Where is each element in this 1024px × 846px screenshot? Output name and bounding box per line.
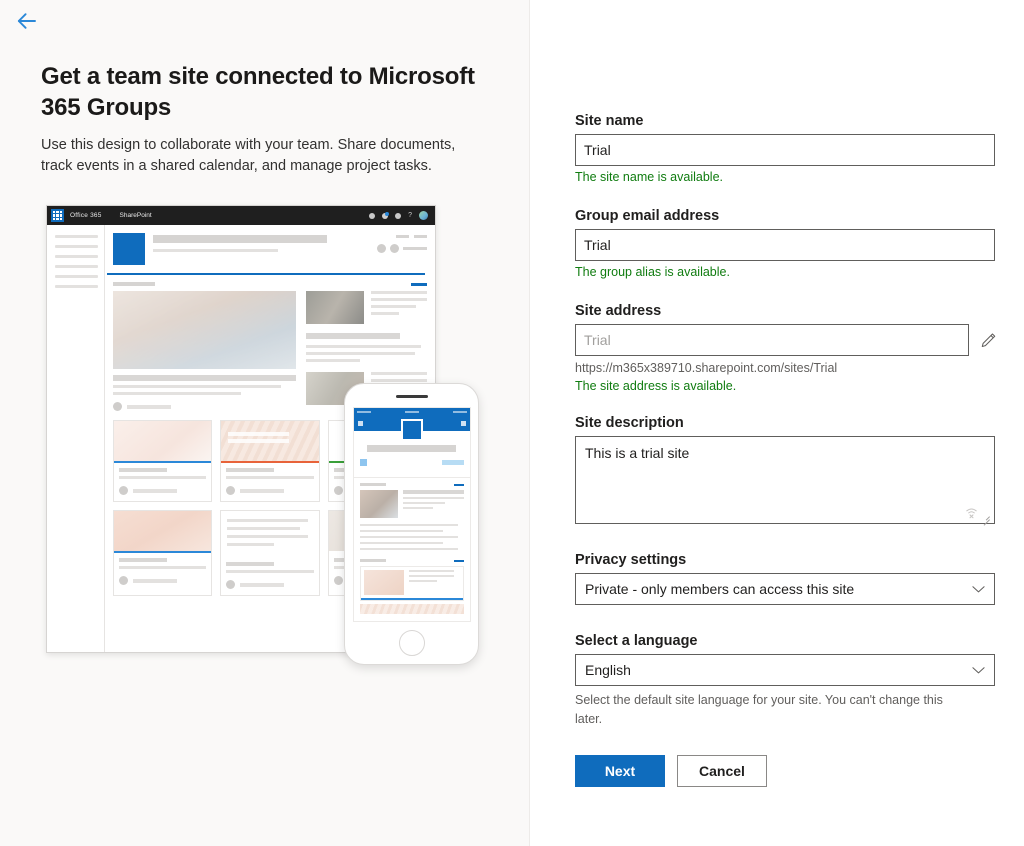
site-address-validation: The site address is available. xyxy=(575,379,737,393)
privacy-settings-value: Private - only members can access this s… xyxy=(585,581,855,597)
mockup-thumb-photo xyxy=(306,291,364,324)
phone-thumb-photo xyxy=(359,490,398,518)
site-description-label: Site description xyxy=(575,415,684,431)
mockup-card xyxy=(220,510,320,596)
mockup-suite-bar: Office 365 SharePoint ? xyxy=(47,206,435,225)
phone-mockup xyxy=(344,383,479,665)
mockup-sidebar xyxy=(47,225,105,652)
chevron-down-icon xyxy=(972,585,985,592)
mockup-brand-label: Office 365 xyxy=(70,212,102,219)
phone-speaker-icon xyxy=(395,395,428,398)
language-field: Select a language English Select the def… xyxy=(575,633,998,729)
group-email-input[interactable] xyxy=(575,229,995,261)
settings-accent-icon xyxy=(382,211,390,219)
mockup-card xyxy=(113,510,213,596)
pencil-icon xyxy=(981,332,995,347)
mockup-hero-photo xyxy=(113,291,296,369)
waffle-icon xyxy=(51,209,64,222)
site-name-input[interactable] xyxy=(575,134,995,166)
chevron-down-icon xyxy=(972,666,985,673)
site-name-label: Site name xyxy=(575,113,644,129)
form-actions: Next Cancel xyxy=(575,754,998,787)
mockup-app-label: SharePoint xyxy=(119,212,152,219)
design-preview-panel: Get a team site connected to Microsoft 3… xyxy=(0,0,530,846)
group-email-validation: The group alias is available. xyxy=(575,265,730,279)
language-hint: Select the default site language for you… xyxy=(575,693,943,726)
page-title: Get a team site connected to Microsoft 3… xyxy=(41,63,475,121)
edit-site-address-button[interactable] xyxy=(978,330,998,350)
mockup-site-header xyxy=(105,225,435,275)
language-dropdown[interactable]: English xyxy=(575,654,995,686)
site-description-field: Site description xyxy=(575,415,998,526)
next-button[interactable]: Next xyxy=(575,754,665,787)
mockup-card xyxy=(220,420,320,502)
phone-site-logo xyxy=(400,419,423,441)
group-email-label: Group email address xyxy=(575,208,720,224)
site-address-url: https://m365x389710.sharepoint.com/sites… xyxy=(575,361,838,375)
help-icon: ? xyxy=(408,212,412,219)
phone-status-bar xyxy=(353,408,470,415)
site-creation-page: Get a team site connected to Microsoft 3… xyxy=(0,0,1024,846)
site-settings-form: Site name The site name is available. Gr… xyxy=(530,0,1024,846)
template-illustration: Office 365 SharePoint ? xyxy=(41,205,491,665)
bell-icon xyxy=(369,212,376,219)
back-button[interactable] xyxy=(10,6,44,36)
phone-app-bar xyxy=(353,415,470,441)
group-email-field: Group email address The group alias is a… xyxy=(575,208,998,279)
mockup-suite-icons: ? xyxy=(369,211,431,220)
arrow-left-icon xyxy=(17,13,36,29)
phone-card xyxy=(359,566,464,601)
privacy-settings-dropdown[interactable]: Private - only members can access this s… xyxy=(575,573,995,605)
apps-icon xyxy=(395,212,402,219)
user-avatar-icon xyxy=(419,211,428,220)
cancel-button[interactable]: Cancel xyxy=(677,754,767,787)
mockup-site-logo xyxy=(113,233,145,265)
phone-screen xyxy=(352,407,471,622)
site-name-validation: The site name is available. xyxy=(575,170,723,184)
design-intro: Get a team site connected to Microsoft 3… xyxy=(0,0,529,177)
page-subtitle: Use this design to collaborate with your… xyxy=(41,137,456,175)
site-name-field: Site name The site name is available. xyxy=(575,113,998,184)
site-address-label: Site address xyxy=(575,303,662,319)
language-value: English xyxy=(585,662,631,678)
privacy-settings-field: Privacy settings Private - only members … xyxy=(575,552,998,605)
mockup-card xyxy=(113,420,213,502)
site-description-textarea[interactable] xyxy=(575,436,995,524)
phone-home-button-icon xyxy=(398,630,425,656)
site-address-input[interactable] xyxy=(575,324,969,356)
privacy-settings-label: Privacy settings xyxy=(575,552,687,568)
site-address-field: Site address https://m365x389710.sharepo… xyxy=(575,303,998,393)
language-label: Select a language xyxy=(575,633,698,649)
